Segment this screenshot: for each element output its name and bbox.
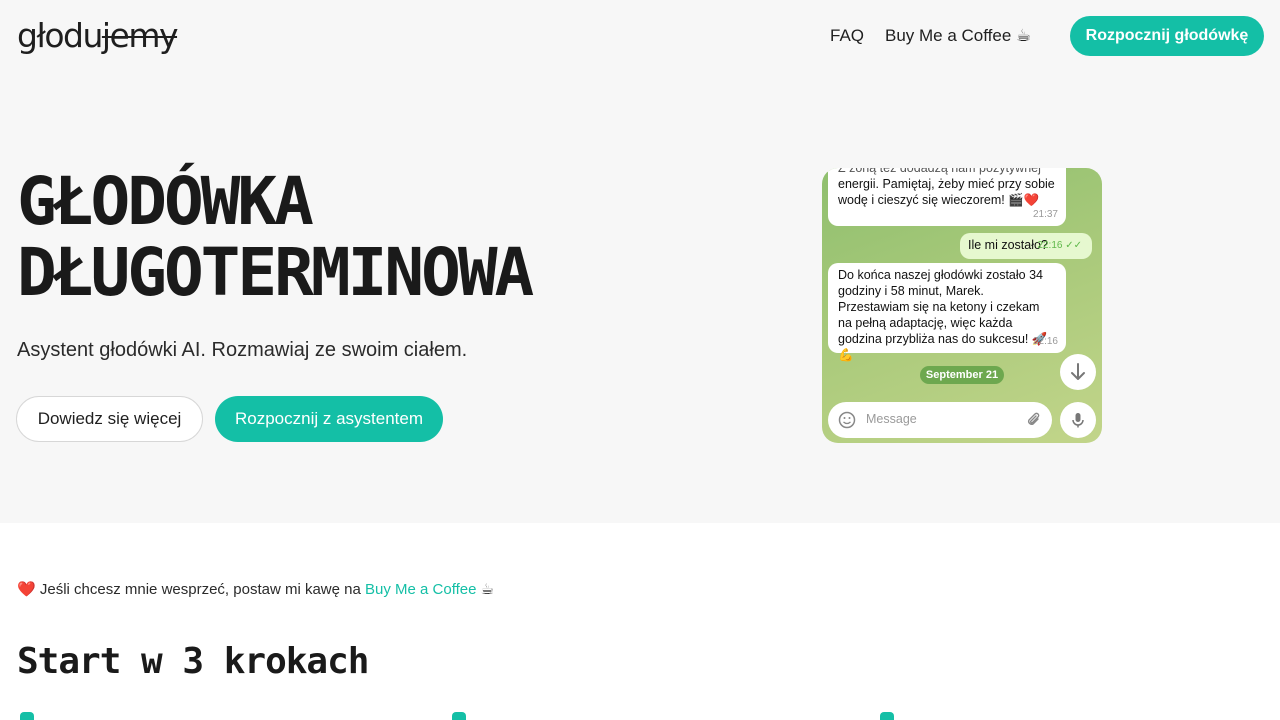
logo-struck: jemy (101, 16, 179, 55)
chat-time-value: 22:16 (1037, 240, 1063, 251)
heart-icon: ❤️ (17, 581, 36, 598)
chat-message-text: Ile mi zostało? (968, 238, 1048, 252)
chat-message-text: energii. Pamiętaj, żeby mieć przy sobie … (838, 177, 1055, 207)
step-3-marker (880, 712, 894, 720)
message-placeholder: Message (866, 412, 917, 426)
learn-more-button[interactable]: Dowiedz się więcej (16, 396, 203, 442)
logo-prefix: głodu (17, 16, 103, 55)
message-input[interactable]: Message (828, 402, 1052, 438)
hero-title-line2: DŁUGOTERMINOWA (17, 234, 534, 311)
emoji-icon[interactable] (838, 411, 856, 429)
hero-subtitle: Asystent głodówki AI. Rozmawiaj ze swoim… (17, 339, 468, 361)
chat-message-time: 22:16 (1032, 336, 1058, 347)
scroll-down-button[interactable] (1060, 354, 1096, 390)
microphone-button[interactable] (1060, 402, 1096, 438)
chat-message-assistant: Z żoną też dodadzą nam pozytywnej energi… (828, 168, 1066, 226)
step-1-marker (20, 712, 34, 720)
start-with-assistant-button[interactable]: Rozpocznij z asystentem (215, 396, 443, 442)
chat-message-partial: Z żoną też dodadzą nam pozytywnej (838, 168, 1041, 175)
logo[interactable]: głodujemy (17, 16, 179, 56)
double-check-icon: ✓✓ (1065, 240, 1082, 251)
chat-message-assistant: Do końca naszej głodówki zostało 34 godz… (828, 263, 1066, 362)
microphone-icon (1072, 413, 1084, 428)
site-header: głodujemy FAQ Buy Me a Coffee ☕ Rozpoczn… (0, 0, 1280, 72)
chat-message-time: 22:16 ✓✓ (1037, 238, 1082, 254)
support-line: ❤️ Jeśli chcesz mnie wesprzeć, postaw mi… (17, 579, 494, 601)
attach-icon[interactable] (1025, 411, 1043, 429)
arrow-down-icon (1071, 363, 1085, 380)
chat-preview: Z żoną też dodadzą nam pozytywnej energi… (822, 168, 1102, 443)
hero-title: GŁODÓWKA DŁUGOTERMINOWA (17, 163, 534, 311)
chat-message-user: Ile mi zostało? 22:16 ✓✓ (960, 233, 1092, 259)
support-text: Jeśli chcesz mnie wesprzeć, postaw mi ka… (39, 581, 361, 598)
coffee-icon: ☕ (480, 581, 495, 598)
date-pill: September 21 (920, 366, 1004, 384)
step-2-marker (452, 712, 466, 720)
support-buy-me-a-coffee-link[interactable]: Buy Me a Coffee (365, 581, 476, 598)
chat-message-time: 21:37 (1032, 209, 1058, 220)
start-fast-button[interactable]: Rozpocznij głodówkę (1070, 16, 1264, 56)
hero-title-line1: GŁODÓWKA (17, 163, 314, 240)
chat-message-text: Do końca naszej głodówki zostało 34 godz… (838, 268, 1048, 362)
nav-buy-me-a-coffee-link[interactable]: Buy Me a Coffee ☕ (885, 24, 1031, 48)
nav-faq-link[interactable]: FAQ (830, 24, 864, 48)
steps-section-title: Start w 3 krokach (17, 641, 369, 682)
